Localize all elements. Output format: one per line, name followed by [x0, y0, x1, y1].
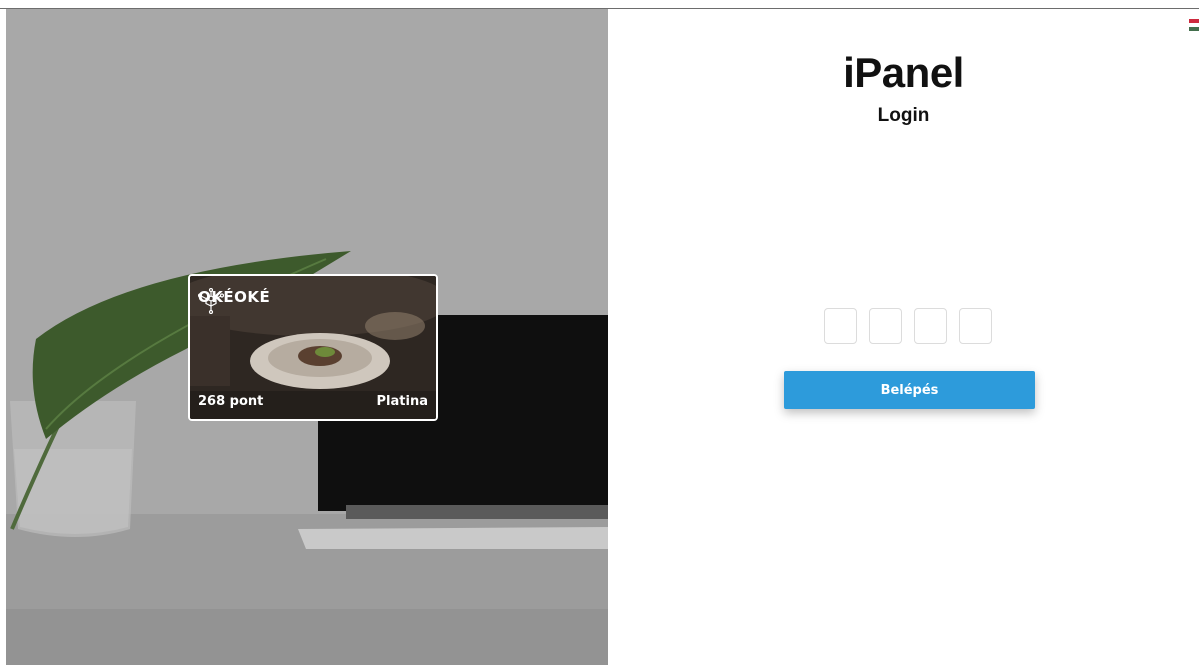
- pin-input-group: [824, 308, 992, 344]
- login-button[interactable]: Belépés: [784, 371, 1035, 409]
- pin-digit-2[interactable]: [869, 308, 902, 344]
- page-subtitle: Login: [877, 105, 930, 126]
- pin-digit-1[interactable]: [824, 308, 857, 344]
- window-top-border: [0, 0, 1199, 9]
- hero-image-panel: OKÉOKÉ 268 pont Platina: [6, 9, 608, 665]
- app-title: iPanel: [843, 49, 964, 96]
- network-cube-icon: [198, 288, 224, 314]
- login-page: OKÉOKÉ 268 pont Platina iPanel Login Bel…: [0, 0, 1199, 665]
- login-panel: iPanel Login Belépés: [608, 9, 1199, 665]
- hungarian-flag-icon[interactable]: [1189, 19, 1199, 31]
- card-brand: OKÉOKÉ: [198, 288, 270, 314]
- loyalty-card: OKÉOKÉ 268 pont Platina: [188, 274, 438, 421]
- pin-digit-3[interactable]: [914, 308, 947, 344]
- pin-digit-4[interactable]: [959, 308, 992, 344]
- card-points: 268 pont: [198, 394, 264, 409]
- card-tier: Platina: [376, 394, 428, 409]
